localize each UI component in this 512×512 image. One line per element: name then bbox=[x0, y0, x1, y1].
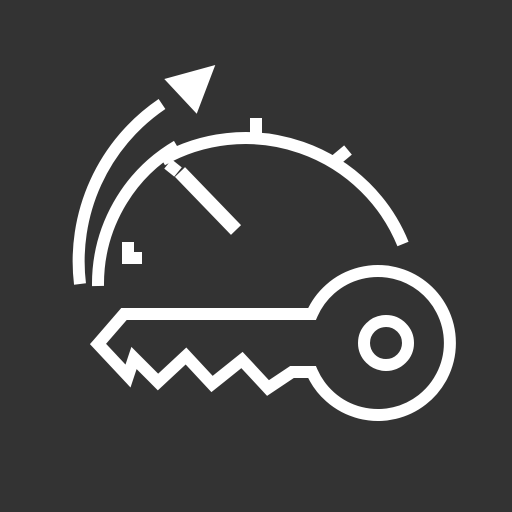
timer-tick-left bbox=[122, 242, 142, 264]
key-rotation-timer-svg bbox=[72, 65, 456, 421]
timer-tick-upper-left bbox=[164, 159, 182, 177]
key-body bbox=[89, 265, 456, 421]
timer-hand bbox=[174, 167, 242, 235]
timer-tick-right bbox=[332, 145, 352, 165]
key-rotation-timer-icon bbox=[0, 0, 512, 512]
icon-canvas bbox=[0, 0, 512, 512]
key-ring-hole bbox=[358, 315, 414, 371]
key-group bbox=[89, 265, 456, 421]
rotation-arrow-head bbox=[164, 65, 216, 114]
